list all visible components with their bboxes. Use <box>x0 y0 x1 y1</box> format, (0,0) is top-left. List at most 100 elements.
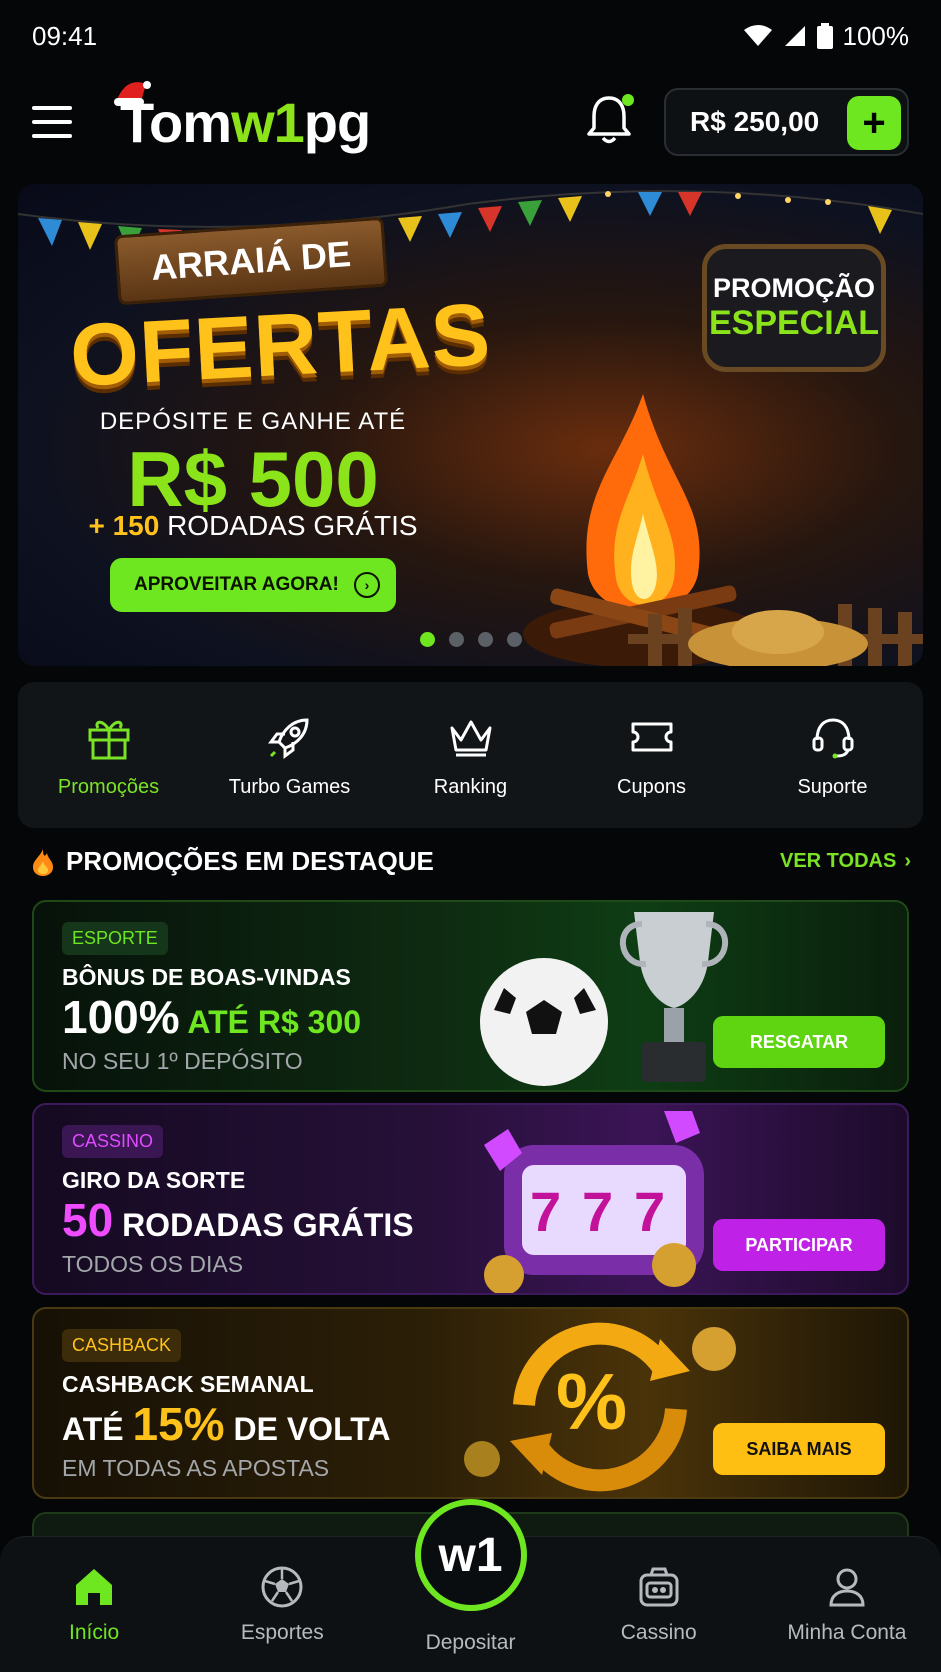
status-icons: 100% <box>743 20 910 52</box>
notification-dot <box>622 94 634 106</box>
see-all-link[interactable]: VER TODAS › <box>780 850 911 873</box>
status-bar: 09:41 100% <box>0 0 941 72</box>
carousel-dots <box>420 632 522 647</box>
user-icon <box>829 1568 865 1607</box>
section-title-text: PROMOÇÕES EM DESTAQUE <box>66 846 434 876</box>
banner-extra-count: + 150 <box>88 510 160 541</box>
headset-icon <box>812 717 853 758</box>
menu-line <box>32 106 72 110</box>
logo-text-part3: pg <box>303 90 371 154</box>
carousel-dot[interactable] <box>420 632 435 647</box>
w1-logo-icon[interactable]: w1 <box>414 1499 527 1611</box>
balance-display[interactable]: R$ 250,00 + <box>664 88 909 156</box>
carousel-dot[interactable] <box>478 632 493 647</box>
badge-line2: ESPECIAL <box>708 304 880 342</box>
add-funds-button[interactable]: + <box>847 96 901 150</box>
slot-machine-icon <box>639 1567 679 1607</box>
gift-icon <box>88 720 129 759</box>
quick-link-label: Ranking <box>433 775 508 798</box>
promo-headline-prefix: ATÉ <box>62 1411 133 1447</box>
promo-headline-text: RODADAS GRÁTIS <box>113 1207 414 1243</box>
nav-label: Minha Conta <box>787 1621 907 1644</box>
banner-subtitle: DEPÓSITE E GANHE ATÉ <box>99 408 407 435</box>
nav-label: Cassino <box>620 1621 697 1644</box>
quick-link-turbo-games[interactable]: Turbo Games <box>199 682 380 828</box>
soccer-ball-icon <box>261 1566 303 1608</box>
home-icon <box>76 1569 113 1605</box>
nav-minha-conta[interactable]: Minha Conta <box>753 1537 941 1672</box>
promo-headline-value: 50 <box>62 1194 114 1246</box>
slot-machine-image: 777 <box>484 1111 704 1293</box>
fire-icon <box>33 848 53 876</box>
featured-section-header: PROMOÇÕES EM DESTAQUE VER TODAS › <box>30 846 911 877</box>
promo-banner[interactable]: ARRAIÁ DE OFERTAS DEPÓSITE E GANHE ATÉ R… <box>18 184 923 666</box>
badge-line1: PROMOÇÃO <box>713 273 875 303</box>
carousel-dot[interactable] <box>507 632 522 647</box>
wifi-icon <box>743 25 772 46</box>
quick-link-suporte[interactable]: Suporte <box>742 682 923 828</box>
app-header: Tomw1pg R$ 250,00 + <box>0 72 941 172</box>
svg-text:7: 7 <box>634 1180 665 1243</box>
logo-text-part2: w1 <box>231 90 305 154</box>
battery-percent: 100% <box>842 20 910 51</box>
promo-title: GIRO DA SORTE <box>62 1167 246 1193</box>
balance-amount: R$ 250,00 <box>690 106 820 137</box>
menu-line <box>32 120 72 124</box>
soccer-trophy-image <box>480 912 728 1086</box>
promo-subtitle: EM TODAS AS APOSTAS <box>62 1455 330 1481</box>
svg-text:%: % <box>556 1357 627 1446</box>
banner-cta-button[interactable]: APROVEITAR AGORA! › <box>110 558 396 612</box>
promo-title: CASHBACK SEMANAL <box>62 1371 314 1397</box>
hamburger-menu-button[interactable] <box>32 96 84 148</box>
special-promo-badge: PROMOÇÃO ESPECIAL <box>702 244 886 372</box>
nav-cassino[interactable]: Cassino <box>565 1537 753 1672</box>
banner-extra-text: RODADAS GRÁTIS <box>159 510 418 541</box>
quick-link-label: Turbo Games <box>228 775 351 798</box>
promo-headline: 100% ATÉ R$ 300 <box>62 990 361 1044</box>
learn-more-button[interactable]: SAIBA MAIS <box>713 1423 885 1475</box>
nav-label: Esportes <box>240 1621 324 1644</box>
promo-subtitle: TODOS OS DIAS <box>62 1251 244 1277</box>
promo-subtitle: NO SEU 1º DEPÓSITO <box>62 1048 303 1074</box>
quick-link-cupons[interactable]: Cupons <box>561 682 742 828</box>
banner-cta-label: APROVEITAR AGORA! <box>134 574 339 595</box>
ticket-icon <box>631 722 672 751</box>
nav-label: Depositar <box>425 1631 516 1654</box>
chevron-right-icon: › <box>354 572 380 598</box>
promo-tag: CASSINO <box>62 1125 164 1158</box>
see-all-label: VER TODAS <box>780 850 897 872</box>
quick-link-promocoes[interactable]: Promoções <box>18 682 199 828</box>
signal-icon <box>784 26 805 46</box>
status-time: 09:41 <box>32 20 98 51</box>
nav-depositar[interactable]: w1 Depositar <box>376 1499 564 1672</box>
menu-line <box>32 134 72 138</box>
quick-link-label: Cupons <box>617 775 686 798</box>
nav-inicio[interactable]: Início <box>0 1537 188 1672</box>
rocket-icon <box>267 717 309 759</box>
promo-card-cashback[interactable]: % CASHBACK CASHBACK SEMANAL ATÉ 15% DE V… <box>32 1307 909 1499</box>
svg-text:7: 7 <box>530 1180 561 1243</box>
nav-label: Início <box>69 1621 120 1644</box>
nav-esportes[interactable]: Esportes <box>188 1537 376 1672</box>
participate-button[interactable]: PARTICIPAR <box>713 1219 885 1271</box>
promo-headline-text: ATÉ R$ 300 <box>179 1004 362 1040</box>
promo-title: BÔNUS DE BOAS-VINDAS <box>62 964 351 990</box>
quick-link-ranking[interactable]: Ranking <box>380 682 561 828</box>
battery-icon <box>816 23 833 49</box>
carousel-dot[interactable] <box>449 632 464 647</box>
promo-headline-text: DE VOLTA <box>224 1411 391 1447</box>
section-title: PROMOÇÕES EM DESTAQUE <box>30 846 434 877</box>
promo-card-casino[interactable]: 777 CASSINO GIRO DA SORTE 50 RODADAS GRÁ… <box>32 1103 909 1295</box>
banner-title: OFERTAS <box>67 284 494 405</box>
cashback-percent-image: % <box>464 1322 736 1492</box>
promo-headline-value: 15% <box>132 1398 225 1450</box>
promo-card-sport[interactable]: ESPORTE BÔNUS DE BOAS-VINDAS 100% ATÉ R$… <box>32 900 909 1092</box>
app-logo[interactable]: Tomw1pg <box>114 80 371 155</box>
promo-headline-value: 100% <box>62 991 180 1043</box>
promo-headline: 50 RODADAS GRÁTIS <box>62 1193 414 1247</box>
promo-tag: CASHBACK <box>62 1329 182 1362</box>
svg-text:7: 7 <box>582 1180 613 1243</box>
claim-button[interactable]: RESGATAR <box>713 1016 885 1068</box>
chevron-right-icon: › <box>904 850 911 872</box>
santa-hat-icon <box>114 80 151 106</box>
